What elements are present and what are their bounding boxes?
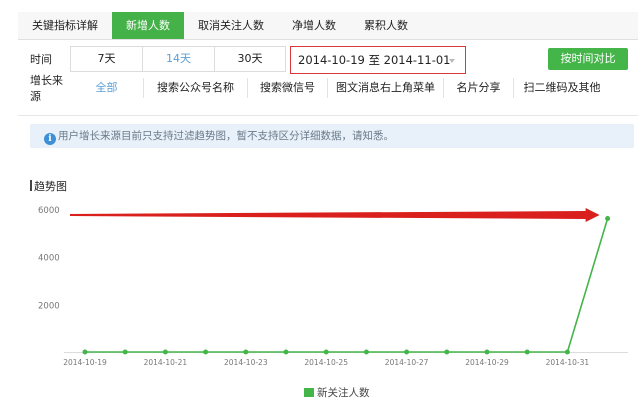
source-filter-label: 增长来源: [30, 74, 63, 103]
info-notice: i 用户增长来源目前只支持过滤趋势图，暂不支持区分详细数据，请知悉。: [30, 124, 634, 148]
x-tick-label: 2014-10-29: [465, 358, 509, 367]
date-range-picker[interactable]: 2014-10-19 至 2014-11-01: [290, 46, 466, 74]
source-option-qrcode[interactable]: 扫二维码及其他: [514, 78, 610, 98]
section-divider: [18, 115, 638, 116]
data-point: [605, 216, 611, 222]
metric-tabs: 关键指标详解 新增人数 取消关注人数 净增人数 累积人数: [18, 12, 638, 40]
legend-label: 新关注人数: [317, 387, 370, 399]
source-options: 全部 搜索公众号名称 搜索微信号 图文消息右上角菜单 名片分享 扫二维码及其他: [70, 78, 610, 98]
notice-text: 用户增长来源目前只支持过滤趋势图，暂不支持区分详细数据，请知悉。: [58, 130, 394, 142]
data-point: [243, 349, 249, 355]
y-tick-label: 4000: [38, 254, 60, 264]
legend-swatch: [304, 388, 314, 397]
tab-key-metrics[interactable]: 关键指标详解: [18, 12, 112, 39]
chevron-down-icon: [449, 59, 455, 63]
y-tick-label: 2000: [38, 301, 60, 311]
compare-by-time-button[interactable]: 按时间对比: [548, 48, 628, 70]
tab-unfollows[interactable]: 取消关注人数: [184, 12, 278, 39]
x-tick-label: 2014-10-19: [63, 358, 107, 367]
series-line: [85, 218, 609, 353]
chart-title-text: 趋势图: [34, 180, 67, 193]
time-option-14d[interactable]: 14天: [142, 46, 214, 72]
source-option-search-name[interactable]: 搜索公众号名称: [144, 78, 248, 98]
time-filter-row: 时间 7天 14天 30天 2014-10-19 至 2014-11-01 按时…: [18, 46, 638, 74]
x-tick-label: 2014-10-25: [304, 358, 348, 367]
x-tick-label: 2014-10-23: [224, 358, 268, 367]
y-tick-label: 6000: [38, 206, 60, 216]
source-filter-row: 增长来源 全部 搜索公众号名称 搜索微信号 图文消息右上角菜单 名片分享 扫二维…: [18, 74, 638, 103]
chart-legend[interactable]: 新关注人数: [304, 385, 370, 400]
data-point: [444, 349, 450, 355]
date-range-value: 2014-10-19 至 2014-11-01: [298, 53, 451, 67]
time-range-segment: 7天 14天 30天: [70, 46, 286, 72]
source-option-all[interactable]: 全部: [70, 78, 144, 98]
data-point: [203, 349, 209, 355]
chart-title: 趋势图: [30, 178, 67, 194]
data-point: [484, 349, 490, 355]
time-option-30d[interactable]: 30天: [214, 46, 286, 72]
annotation-arrow: [70, 208, 600, 222]
data-point: [363, 349, 369, 355]
tab-net-growth[interactable]: 净增人数: [278, 12, 350, 39]
data-point: [524, 349, 530, 355]
x-tick-label: 2014-10-27: [385, 358, 429, 367]
tab-new-followers[interactable]: 新增人数: [112, 12, 184, 39]
time-filter-label: 时间: [30, 53, 52, 66]
data-point: [283, 349, 289, 355]
trend-chart: 2000 4000 6000 2014-10-19 2014-10-21 2014-10-…: [38, 206, 628, 367]
data-point: [404, 349, 410, 355]
tab-cumulative[interactable]: 累积人数: [350, 12, 422, 39]
info-icon: i: [44, 133, 56, 145]
time-option-7d[interactable]: 7天: [70, 46, 142, 72]
source-option-card-share[interactable]: 名片分享: [444, 78, 514, 98]
data-point: [323, 349, 329, 355]
data-point: [122, 349, 128, 355]
data-point: [564, 349, 570, 355]
x-tick-label: 2014-10-31: [546, 358, 590, 367]
source-option-article-menu[interactable]: 图文消息右上角菜单: [328, 78, 444, 98]
x-tick-label: 2014-10-21: [144, 358, 188, 367]
data-point: [82, 349, 88, 355]
source-option-search-id[interactable]: 搜索微信号: [248, 78, 328, 98]
title-bar-icon: [30, 180, 32, 191]
data-point: [162, 349, 168, 355]
